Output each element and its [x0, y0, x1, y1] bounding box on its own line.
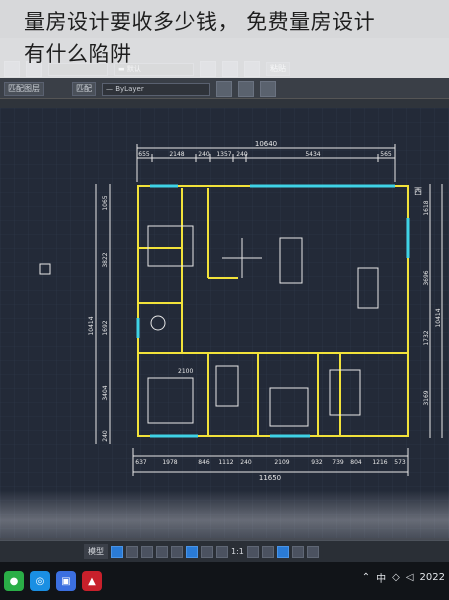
- lineweight-toggle-icon[interactable]: [201, 545, 213, 558]
- overall-width-bottom: 11650: [259, 474, 281, 482]
- app-icon[interactable]: ▣: [56, 571, 76, 591]
- dim-label: 2148: [169, 151, 184, 158]
- match-button[interactable]: 匹配: [72, 82, 96, 96]
- dim-label: 3169: [423, 390, 430, 405]
- dim-label: 1216: [372, 459, 387, 466]
- linetype-value: ByLayer: [115, 84, 144, 93]
- dim-label: 240: [236, 151, 248, 158]
- dim-label: 932: [311, 459, 323, 466]
- autocad-app-icon[interactable]: ▲: [82, 571, 102, 591]
- otrack-toggle-icon[interactable]: [186, 545, 198, 558]
- gear-icon[interactable]: [246, 545, 259, 558]
- dim-label: 1357: [216, 151, 231, 158]
- wechat-app-icon[interactable]: ●: [4, 571, 24, 591]
- dim-label: 573: [394, 459, 406, 466]
- dim-label: 240: [102, 430, 109, 442]
- dim-label: 846: [198, 459, 210, 466]
- match-layer-button[interactable]: 匹配图层: [4, 82, 44, 96]
- dim-label: 1978: [162, 459, 177, 466]
- dim-label: 1065: [102, 195, 109, 210]
- dim-label: 240: [240, 459, 252, 466]
- linetype-dropdown[interactable]: — ByLayer: [102, 82, 210, 96]
- plus-icon[interactable]: [261, 545, 274, 558]
- polar-toggle-icon[interactable]: [156, 545, 168, 558]
- ribbon-panel-labels: [0, 98, 449, 108]
- dim-label: 804: [350, 459, 362, 466]
- dim-label: 1732: [423, 330, 430, 345]
- tool-icon[interactable]: [260, 81, 276, 97]
- model-tab[interactable]: 模型: [84, 544, 108, 559]
- status-bar: 模型 1:1: [0, 540, 449, 562]
- osnap-toggle-icon[interactable]: [171, 545, 183, 558]
- menu-icon[interactable]: [306, 545, 319, 558]
- dim-label: 3404: [102, 385, 109, 400]
- tool-icon[interactable]: [216, 81, 232, 97]
- title-overlay: 量房设计要收多少钱， 免费量房设计 有什么陷阱: [0, 0, 449, 78]
- dim-label: 3696: [423, 270, 430, 285]
- dim-label: 637: [135, 459, 147, 466]
- dim-label: 10414: [88, 316, 95, 335]
- dim-label: 1692: [102, 320, 109, 335]
- title-line-2: 有什么陷阱: [24, 42, 132, 66]
- grid-toggle-icon[interactable]: [111, 545, 123, 558]
- annotation-scale[interactable]: 1:1: [231, 547, 244, 556]
- inner-dimension-label: 2100: [178, 368, 193, 375]
- chevron-up-icon[interactable]: ⌃: [362, 572, 370, 583]
- annotation-icon[interactable]: [216, 545, 228, 558]
- dim-label: 565: [380, 151, 392, 158]
- dim-label: 3822: [102, 252, 109, 267]
- title-line-1: 量房设计要收多少钱， 免费量房设计: [24, 10, 376, 34]
- dim-label: 1112: [218, 459, 233, 466]
- snap-toggle-icon[interactable]: [126, 545, 138, 558]
- taskbar: ● ◎ ▣ ▲ ⌃ 中 ◇ ◁ 2022: [0, 562, 449, 600]
- screen-glare: [0, 490, 449, 540]
- tool-icon[interactable]: [238, 81, 254, 97]
- screen: ▬ 默认 粘贴 匹配图层 匹配 — ByLayer: [0, 0, 449, 600]
- system-tray: ⌃ 中 ◇ ◁ 2022: [362, 570, 445, 585]
- compass-label: 西: [414, 187, 422, 196]
- ortho-toggle-icon[interactable]: [141, 545, 153, 558]
- volume-icon[interactable]: ◁: [406, 572, 414, 583]
- workspace-icon[interactable]: [276, 545, 289, 558]
- dim-label: 10414: [435, 308, 442, 327]
- overall-width-top: 10640: [255, 140, 277, 148]
- floor-plan: 10640 655 2148 240 1357 240 5434 565 637…: [0, 108, 449, 538]
- dim-label: 2109: [274, 459, 289, 466]
- dim-label: 655: [138, 151, 150, 158]
- grid-background: [0, 108, 449, 538]
- dim-label: 240: [198, 151, 210, 158]
- clock[interactable]: 2022: [420, 572, 445, 583]
- dim-label: 1618: [423, 200, 430, 215]
- network-icon[interactable]: ◇: [392, 572, 400, 583]
- dim-label: 5434: [305, 151, 320, 158]
- ime-indicator[interactable]: 中: [376, 570, 386, 585]
- dim-label: 739: [332, 459, 344, 466]
- ribbon-row-2: 匹配图层 匹配 — ByLayer: [0, 80, 449, 98]
- fullscreen-icon[interactable]: [291, 545, 304, 558]
- browser-app-icon[interactable]: ◎: [30, 571, 50, 591]
- drawing-canvas[interactable]: 10640 655 2148 240 1357 240 5434 565 637…: [0, 108, 449, 538]
